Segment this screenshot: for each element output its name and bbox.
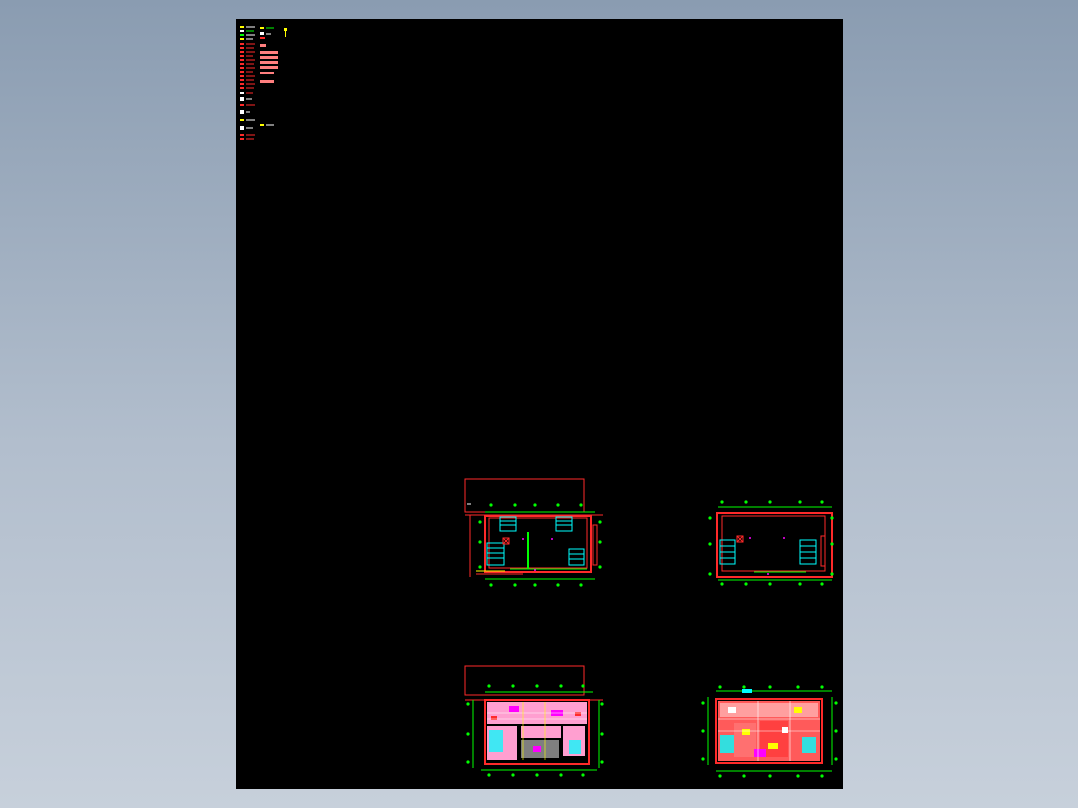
dense-floor-plan-icon (701, 685, 838, 778)
floor-plan-icon (708, 500, 834, 586)
drawing-legend (240, 25, 292, 147)
floor-plan-bottom-right[interactable] (698, 683, 840, 780)
floor-plan-top-right[interactable] (702, 496, 838, 590)
dense-floor-plan-icon (464, 665, 604, 777)
floor-plan-icon (464, 478, 603, 587)
floor-plan-top-left[interactable] (463, 477, 605, 590)
floor-plan-bottom-left[interactable] (463, 664, 605, 780)
legend-table-icon (240, 26, 287, 140)
